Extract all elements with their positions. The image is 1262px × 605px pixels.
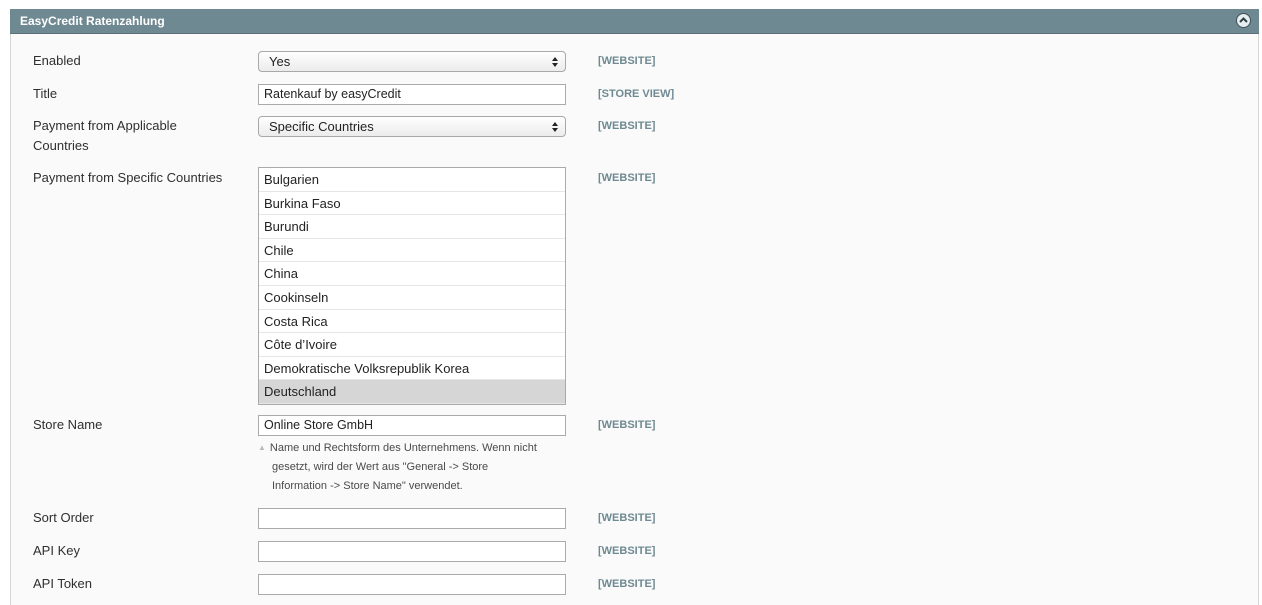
title-scope: [STORE VIEW] xyxy=(598,88,675,100)
applicable-countries-label: Payment from Applicable Countries xyxy=(33,116,243,156)
api-key-input[interactable] xyxy=(258,541,566,562)
api-token-input[interactable] xyxy=(258,574,566,595)
specific-countries-scope: [WEBSITE] xyxy=(598,172,656,184)
store-name-note-line1: ▲ Name und Rechtsform des Unternehmens. W… xyxy=(258,438,573,458)
enabled-select-value: Yes xyxy=(269,54,291,69)
chevron-up-circle-icon[interactable] xyxy=(1236,13,1251,28)
country-option[interactable]: Cookinseln xyxy=(259,286,565,310)
store-name-scope: [WEBSITE] xyxy=(598,419,656,431)
section-title: EasyCredit Ratenzahlung xyxy=(20,14,165,28)
sort-order-input[interactable] xyxy=(258,508,566,529)
country-option[interactable]: Bulgarien xyxy=(259,168,565,192)
applicable-countries-label-line2: Countries xyxy=(33,138,89,153)
applicable-countries-scope: [WEBSITE] xyxy=(598,120,656,132)
country-option[interactable]: Chile xyxy=(259,239,565,263)
section-header[interactable]: EasyCredit Ratenzahlung xyxy=(10,9,1259,34)
api-token-scope: [WEBSITE] xyxy=(598,578,656,590)
country-option[interactable]: Demokratische Volksrepublik Korea xyxy=(259,357,565,381)
enabled-select[interactable]: Yes xyxy=(258,51,566,72)
select-arrows-icon xyxy=(552,57,558,67)
store-name-input[interactable]: Online Store GmbH xyxy=(258,415,566,436)
applicable-countries-select[interactable]: Specific Countries xyxy=(258,116,566,137)
enabled-label: Enabled xyxy=(33,53,81,68)
title-input[interactable]: Ratenkauf by easyCredit xyxy=(258,84,566,105)
country-option[interactable]: Burundi xyxy=(259,215,565,239)
store-name-note-line3: Information -> Store Name" verwendet. xyxy=(272,480,463,492)
store-name-note: ▲ Name und Rechtsform des Unternehmens. W… xyxy=(258,438,573,496)
country-option[interactable]: Burkina Faso xyxy=(259,192,565,216)
country-option-selected[interactable]: Deutschland xyxy=(259,380,565,404)
applicable-countries-label-line1: Payment from Applicable xyxy=(33,118,177,133)
country-option[interactable]: Costa Rica xyxy=(259,310,565,334)
select-arrows-icon xyxy=(552,122,558,132)
triangle-up-icon: ▲ xyxy=(258,443,266,452)
country-option[interactable]: Côte d’Ivoire xyxy=(259,333,565,357)
store-name-note-line1-text: Name und Rechtsform des Unternehmens. We… xyxy=(269,442,537,454)
specific-countries-label: Payment from Specific Countries xyxy=(33,170,223,185)
store-name-label: Store Name xyxy=(33,417,103,432)
enabled-scope: [WEBSITE] xyxy=(598,55,656,67)
country-option[interactable]: China xyxy=(259,262,565,286)
specific-countries-listbox[interactable]: Bulgarien Burkina Faso Burundi Chile Chi… xyxy=(258,167,566,405)
api-key-scope: [WEBSITE] xyxy=(598,545,656,557)
sort-order-scope: [WEBSITE] xyxy=(598,512,656,524)
store-name-note-line2: gesetzt, wird der Wert aus "General -> S… xyxy=(272,461,489,473)
api-token-label: API Token xyxy=(33,576,93,591)
api-key-label: API Key xyxy=(33,543,80,558)
sort-order-label: Sort Order xyxy=(33,510,94,525)
title-label: Title xyxy=(33,86,58,101)
applicable-countries-value: Specific Countries xyxy=(269,119,374,134)
